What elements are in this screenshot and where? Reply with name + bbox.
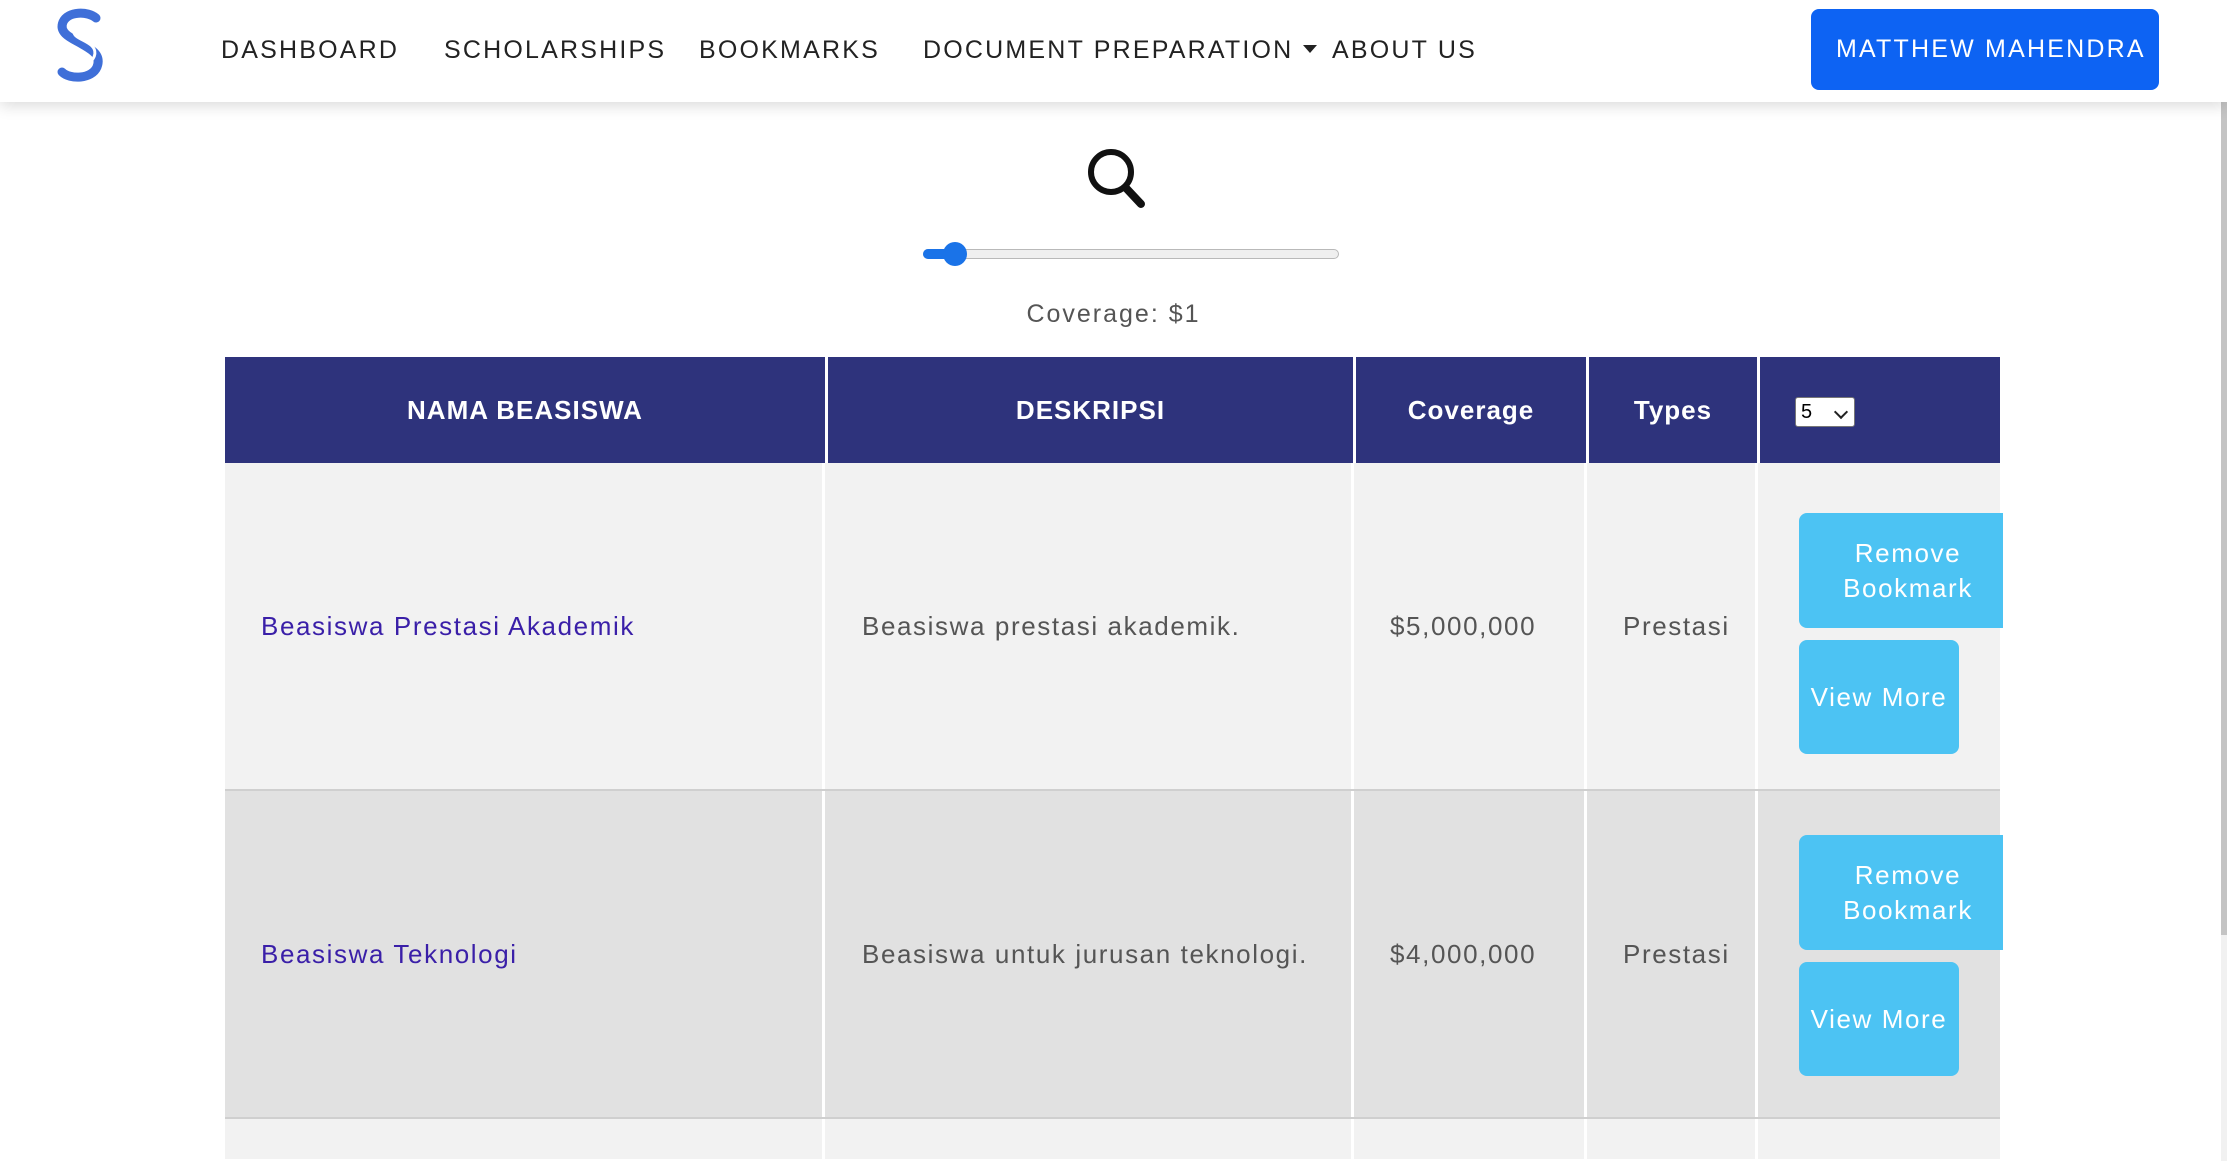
table-row: Beasiswa Prestasi Akademik Beasiswa pres…	[225, 463, 2003, 791]
nav-document-preparation[interactable]: DOCUMENT PREPARATION	[923, 0, 1318, 100]
remove-bookmark-button[interactable]: Remove Bookmark	[1799, 513, 2003, 628]
coverage-slider[interactable]	[923, 241, 1339, 267]
scholarship-type: Prestasi	[1623, 938, 1730, 969]
nav-scholarships[interactable]: SCHOLARSHIPS	[444, 0, 666, 100]
slider-thumb[interactable]	[943, 242, 967, 266]
brand-logo[interactable]	[52, 8, 110, 84]
navbar: DASHBOARD SCHOLARSHIPS BOOKMARKS DOCUMEN…	[0, 0, 2227, 102]
chevron-down-icon	[1833, 404, 1849, 420]
remove-bookmark-button[interactable]: Remove Bookmark	[1799, 835, 2003, 950]
coverage-value-label: Coverage: $1	[1026, 300, 1201, 328]
nav-dashboard[interactable]: DASHBOARD	[221, 0, 399, 100]
header-nama-beasiswa: NAMA BEASISWA	[407, 395, 643, 425]
user-menu-button[interactable]: MATTHEW MAHENDRA	[1811, 9, 2176, 90]
page-size-value: 5	[1801, 401, 1813, 423]
nav-about-us[interactable]: ABOUT US	[1332, 0, 1477, 100]
header-deskripsi: DESKRIPSI	[825, 357, 1353, 463]
scholarship-table: NAMA BEASISWA DESKRIPSI Coverage Types 5…	[225, 357, 2003, 1159]
view-more-button[interactable]: View More	[1799, 962, 1959, 1076]
page-size-select[interactable]: 5	[1795, 397, 1855, 427]
table-row: Beasiswa Teknologi Beasiswa untuk jurusa…	[225, 791, 2003, 1119]
caret-down-icon	[2161, 44, 2176, 53]
table-row	[225, 1119, 2000, 1159]
scholarship-name-link[interactable]: Beasiswa Teknologi	[261, 791, 821, 1117]
nav-document-preparation-label: DOCUMENT PREPARATION	[923, 36, 1294, 64]
header-types: Types	[1586, 357, 1757, 463]
user-name: MATTHEW MAHENDRA	[1836, 35, 2146, 63]
header-actions	[1757, 357, 2000, 463]
nav-bookmarks[interactable]: BOOKMARKS	[699, 0, 880, 100]
scholarship-coverage: $5,000,000	[1390, 610, 1537, 641]
table-header: NAMA BEASISWA DESKRIPSI Coverage Types 5	[225, 357, 2000, 463]
header-coverage: Coverage	[1353, 357, 1586, 463]
search-icon[interactable]	[1086, 146, 1146, 210]
scholarship-description: Beasiswa prestasi akademik.	[862, 610, 1241, 641]
scholarship-coverage: $4,000,000	[1390, 938, 1537, 969]
scrollbar-thumb[interactable]	[2221, 0, 2227, 935]
scholarship-description: Beasiswa untuk jurusan teknologi.	[862, 938, 1308, 969]
view-more-button[interactable]: View More	[1799, 640, 1959, 754]
scholarship-name-link[interactable]: Beasiswa Prestasi Akademik	[261, 463, 821, 789]
slider-track	[923, 249, 1339, 259]
caret-down-icon	[1303, 45, 1318, 54]
scholarship-type: Prestasi	[1623, 610, 1730, 641]
page-scrollbar[interactable]	[2221, 0, 2227, 1161]
